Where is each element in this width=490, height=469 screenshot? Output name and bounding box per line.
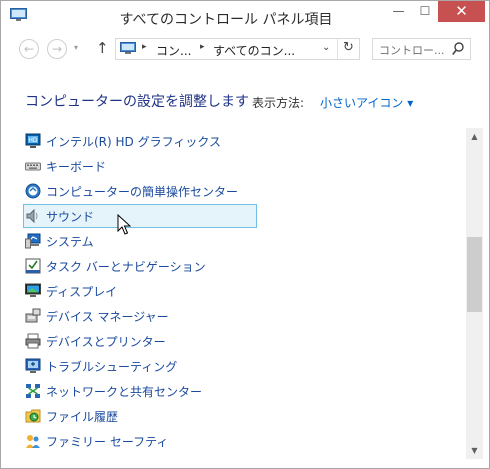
view-by-label: 表示方法: <box>252 96 305 110</box>
vertical-scrollbar[interactable]: ▲ ▼ <box>466 128 483 459</box>
breadcrumb-all-items[interactable]: すべてのコン... <box>213 42 295 59</box>
scroll-up-button[interactable]: ▲ <box>466 128 483 145</box>
list-item-ease-of-access[interactable]: コンピューターの簡単操作センター <box>23 179 257 203</box>
list-item-display[interactable]: ディスプレイ <box>23 279 257 303</box>
item-label: ファミリー セーフティ <box>46 435 169 449</box>
keyboard-icon <box>25 162 41 171</box>
scroll-thumb[interactable] <box>467 237 482 312</box>
list-item-sound[interactable]: サウンド <box>23 204 257 228</box>
item-label: ファイル履歴 <box>46 410 119 424</box>
address-bar[interactable]: ▸ コン... ▸ すべてのコン... ⌄ ↻ <box>115 38 360 60</box>
family-safety-icon <box>26 435 40 448</box>
search-box[interactable]: コントロー... <box>372 38 471 60</box>
item-label: トラブルシューティング <box>46 360 178 374</box>
list-item-system[interactable]: システム <box>23 229 257 253</box>
speaker-icon <box>26 208 38 224</box>
page-title: コンピューターの設定を調整します <box>25 94 249 110</box>
back-button[interactable]: ← <box>19 39 39 59</box>
network-icon <box>26 384 40 398</box>
item-label: コンピューターの簡単操作センター <box>46 185 239 199</box>
item-label: システム <box>46 235 94 249</box>
minimize-button[interactable]: — <box>385 1 412 22</box>
item-label: デバイス マネージャー <box>46 310 169 324</box>
mouse-cursor-icon <box>117 214 131 235</box>
list-item-network[interactable]: ネットワークと共有センター <box>23 379 257 403</box>
list-item-family-safety[interactable]: ファミリー セーフティ <box>23 429 257 453</box>
breadcrumb-separator-icon[interactable]: ▸ <box>142 42 147 52</box>
file-history-icon <box>25 409 41 423</box>
system-icon <box>25 233 41 249</box>
up-button[interactable]: ↑ <box>96 39 109 57</box>
item-label: デバイスとプリンター <box>46 335 166 349</box>
address-dropdown-icon[interactable]: ⌄ <box>322 42 330 53</box>
item-label: ディスプレイ <box>46 285 118 299</box>
title-bar: すべてのコントロール パネル項目 — ☐ ✕ <box>1 1 489 33</box>
item-label: インテル(R) HD グラフィックス <box>46 135 221 149</box>
item-label: サウンド <box>46 210 95 224</box>
display-icon <box>25 283 41 297</box>
navigation-bar: ← → ▾ ↑ ▸ コン... ▸ すべてのコン... ⌄ ↻ コントロー... <box>1 33 489 67</box>
recent-locations-dropdown[interactable]: ▾ <box>74 43 78 52</box>
taskbar-icon <box>25 258 41 274</box>
breadcrumb-separator-icon[interactable]: ▸ <box>200 42 205 52</box>
item-label: キーボード <box>46 160 107 174</box>
printer-icon <box>25 333 41 349</box>
address-divider <box>337 39 338 59</box>
forward-button[interactable]: → <box>47 39 67 59</box>
control-panel-window: すべてのコントロール パネル項目 — ☐ ✕ ← → ▾ ↑ ▸ コン... ▸… <box>0 0 490 469</box>
breadcrumb-control-panel[interactable]: コン... <box>156 42 191 59</box>
list-item-file-history[interactable]: ファイル履歴 <box>23 404 257 428</box>
refresh-icon[interactable]: ↻ <box>343 40 354 55</box>
control-panel-icon <box>120 42 136 54</box>
close-button[interactable]: ✕ <box>438 1 485 22</box>
ease-of-access-icon <box>25 183 41 199</box>
list-item-device-manager[interactable]: デバイス マネージャー <box>23 304 257 328</box>
item-label: タスク バーとナビゲーション <box>46 260 206 274</box>
search-input[interactable]: コントロー... <box>379 42 445 58</box>
svg-text:HD: HD <box>28 137 38 144</box>
list-item-keyboard[interactable]: キーボード <box>23 154 257 178</box>
window-title: すべてのコントロール パネル項目 <box>119 12 333 28</box>
view-by-dropdown[interactable]: 小さいアイコン ▾ <box>320 94 413 111</box>
scroll-down-button[interactable]: ▼ <box>466 442 483 459</box>
list-item-taskbar[interactable]: タスク バーとナビゲーション <box>23 254 257 278</box>
list-item-intel-graphics[interactable]: HD インテル(R) HD グラフィックス <box>23 129 257 153</box>
control-panel-item-list: HD インテル(R) HD グラフィックス キーボード コンピューターの簡単操作… <box>1 128 465 468</box>
maximize-button[interactable]: ☐ <box>412 1 438 22</box>
troubleshooting-icon <box>25 358 41 373</box>
list-item-devices-printers[interactable]: デバイスとプリンター <box>23 329 257 353</box>
search-icon[interactable] <box>452 42 464 56</box>
intel-graphics-icon: HD <box>25 133 41 148</box>
item-label: ネットワークと共有センター <box>46 385 203 399</box>
device-manager-icon <box>25 308 41 323</box>
list-item-troubleshooting[interactable]: トラブルシューティング <box>23 354 257 378</box>
